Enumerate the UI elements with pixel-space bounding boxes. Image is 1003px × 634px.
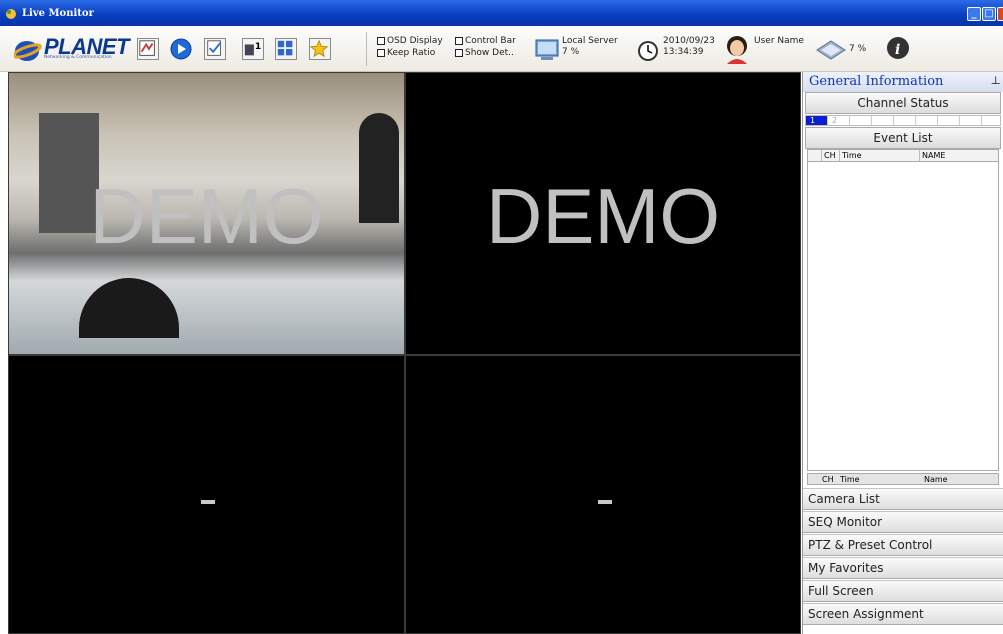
log-icon[interactable] bbox=[204, 38, 226, 60]
event-list-footer: CH Time Name bbox=[807, 473, 999, 485]
server-monitor-icon bbox=[535, 39, 559, 60]
panel-title: General Information ⊥ bbox=[803, 72, 1003, 92]
video-cell-3[interactable] bbox=[8, 355, 405, 634]
user-name[interactable]: User Name bbox=[754, 36, 804, 47]
video-grid: DEMO DEMO bbox=[8, 72, 801, 634]
osd-display-label: OSD Display bbox=[387, 36, 443, 46]
server-name: Local Server bbox=[562, 36, 618, 46]
main-toolbar: PLANET Networking & Communication 1 OSD … bbox=[0, 26, 1003, 72]
layout-icon[interactable] bbox=[275, 38, 297, 60]
event-list-header[interactable]: Event List bbox=[805, 127, 1001, 149]
column-time[interactable]: Time bbox=[840, 150, 920, 161]
channel-1[interactable]: 1 bbox=[806, 116, 828, 125]
map-icon[interactable] bbox=[137, 38, 159, 60]
play-icon[interactable] bbox=[170, 38, 192, 60]
no-signal-indicator bbox=[201, 500, 215, 504]
keep-ratio-label: Keep Ratio bbox=[387, 48, 436, 58]
planet-logo: PLANET Networking & Communication bbox=[14, 34, 130, 63]
svg-text:1: 1 bbox=[255, 42, 261, 52]
footer-ch: CH bbox=[822, 475, 834, 484]
control-bar-checkbox[interactable]: Control Bar bbox=[455, 36, 516, 46]
globe-logo-icon bbox=[14, 41, 42, 61]
accordion-screen-assignment[interactable]: Screen Assignment bbox=[803, 603, 1003, 625]
show-detail-checkbox[interactable]: Show Det.. bbox=[455, 48, 514, 58]
channel-8[interactable] bbox=[960, 116, 982, 125]
video-cell-2[interactable]: DEMO bbox=[405, 72, 801, 355]
accordion-ptz-preset[interactable]: PTZ & Preset Control bbox=[803, 534, 1003, 556]
current-time: 13:34:39 bbox=[663, 47, 704, 57]
footer-name: Name bbox=[924, 475, 948, 484]
channel-3[interactable] bbox=[850, 116, 872, 125]
video-cell-4[interactable] bbox=[405, 355, 801, 634]
app-icon bbox=[6, 9, 16, 19]
event-list-body[interactable] bbox=[807, 161, 999, 471]
footer-time: Time bbox=[840, 475, 860, 484]
keep-ratio-checkbox[interactable]: Keep Ratio bbox=[377, 48, 435, 58]
osd-display-checkbox[interactable]: OSD Display bbox=[377, 36, 443, 46]
general-info-panel: General Information ⊥ Channel Status 1 2… bbox=[802, 72, 1003, 634]
pin-icon[interactable]: ⊥ bbox=[991, 74, 1001, 87]
info-icon[interactable]: i bbox=[886, 36, 910, 60]
close-button[interactable] bbox=[997, 7, 1003, 21]
panel-title-text: General Information bbox=[809, 74, 944, 89]
maximize-button[interactable]: □ bbox=[982, 7, 996, 21]
channel-status-row: 1 2 bbox=[805, 115, 1001, 126]
channel-status-header[interactable]: Channel Status bbox=[805, 92, 1001, 114]
minimize-button[interactable]: _ bbox=[967, 7, 981, 21]
user-avatar-icon bbox=[727, 36, 747, 64]
demo-overlay: DEMO bbox=[89, 172, 324, 260]
accordion-full-screen[interactable]: Full Screen bbox=[803, 580, 1003, 602]
channel-2[interactable]: 2 bbox=[828, 116, 850, 125]
clock-icon bbox=[638, 41, 658, 61]
event-list-columns: CH Time NAME bbox=[807, 149, 999, 161]
no-signal-indicator bbox=[598, 500, 612, 504]
server-info[interactable]: Local Server 7 % bbox=[562, 36, 618, 58]
channel-7[interactable] bbox=[938, 116, 960, 125]
accordion-my-favorites[interactable]: My Favorites bbox=[803, 557, 1003, 579]
show-detail-label: Show Det.. bbox=[465, 48, 514, 58]
accordion-seq-monitor[interactable]: SEQ Monitor bbox=[803, 511, 1003, 533]
current-date: 2010/09/23 bbox=[663, 36, 715, 46]
network-diamond-icon bbox=[816, 40, 846, 60]
channel-5[interactable] bbox=[894, 116, 916, 125]
favorite-star-icon[interactable] bbox=[309, 38, 331, 60]
brand-tagline: Networking & Communication bbox=[44, 55, 112, 60]
single-view-icon[interactable]: 1 bbox=[242, 38, 264, 60]
window-title: Live Monitor bbox=[22, 7, 94, 19]
network-usage: 7 % bbox=[849, 44, 867, 54]
demo-overlay: DEMO bbox=[486, 172, 720, 260]
column-name[interactable]: NAME bbox=[920, 150, 945, 161]
video-cell-1[interactable]: DEMO bbox=[8, 72, 405, 355]
channel-4[interactable] bbox=[872, 116, 894, 125]
svg-text:i: i bbox=[895, 42, 900, 58]
camera-frame-dome bbox=[79, 278, 179, 338]
channel-6[interactable] bbox=[916, 116, 938, 125]
column-ch[interactable]: CH bbox=[822, 150, 840, 161]
control-bar-label: Control Bar bbox=[465, 36, 516, 46]
accordion-camera-list[interactable]: Camera List bbox=[803, 488, 1003, 510]
server-cpu-usage: 7 % bbox=[562, 47, 580, 57]
datetime-display: 2010/09/23 13:34:39 bbox=[663, 36, 715, 58]
window-title-bar[interactable]: Live Monitor _ □ bbox=[0, 0, 1003, 26]
